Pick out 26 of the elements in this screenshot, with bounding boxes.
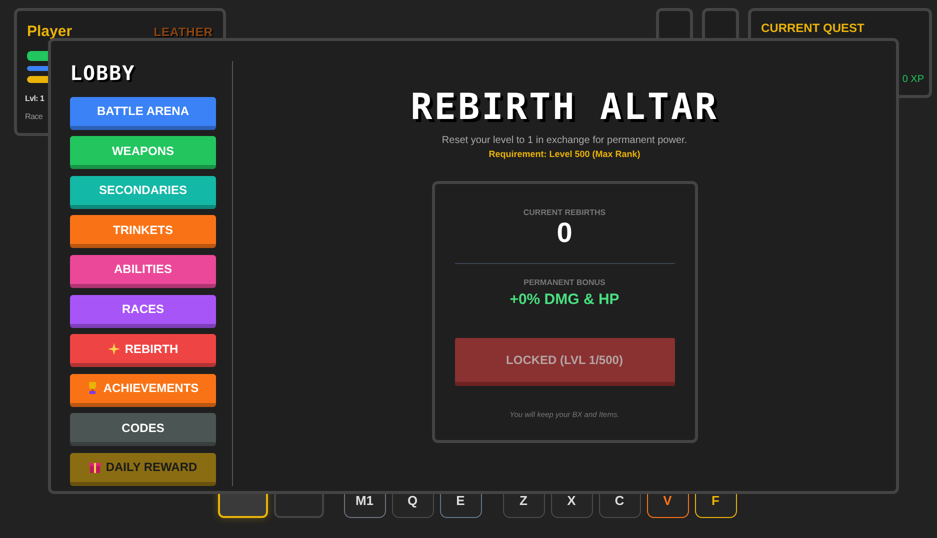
quest-reward: 0 XP xyxy=(902,74,924,85)
sparkle-icon xyxy=(108,342,120,355)
quest-title: CURRENT QUEST xyxy=(761,21,866,35)
menu-button[interactable]: TRINKETS xyxy=(70,215,216,248)
rebirths-label: CURRENT REBIRTHS xyxy=(523,208,606,217)
level-text: Lvl: 1 xyxy=(25,94,46,103)
bonus-value: +0% DMG & HP xyxy=(510,291,620,308)
rebirths-count: 0 xyxy=(556,217,572,249)
menu-button[interactable]: ACHIEVEMENTS xyxy=(70,374,216,407)
menu-button[interactable]: CODES xyxy=(70,413,216,446)
menu-button[interactable]: BATTLE ARENA xyxy=(70,96,216,130)
menu-button[interactable]: WEAPONS xyxy=(70,136,216,170)
armor-label: LEATHER xyxy=(154,24,213,38)
player-name: Player xyxy=(27,23,72,40)
gift-icon xyxy=(88,461,101,474)
menu-button[interactable]: RACES xyxy=(70,294,216,328)
race-text: Race xyxy=(25,112,44,121)
lobby-title: LOBBY xyxy=(70,61,136,85)
altar-title: REBIRTH ALTAR xyxy=(410,89,718,127)
menu-button[interactable]: ABILITIES xyxy=(70,254,216,288)
bonus-label: PERMANENT BONUS xyxy=(524,278,606,287)
requirement-text: Requirement: Level 500 (Max Rank) xyxy=(488,149,640,159)
menu-button[interactable]: SECONDARIES xyxy=(70,176,216,209)
menu-button[interactable]: REBIRTH xyxy=(70,334,216,368)
altar-subtitle: Reset your level to 1 in exchange for permanent power. xyxy=(442,135,688,146)
trophy-icon xyxy=(87,382,98,394)
